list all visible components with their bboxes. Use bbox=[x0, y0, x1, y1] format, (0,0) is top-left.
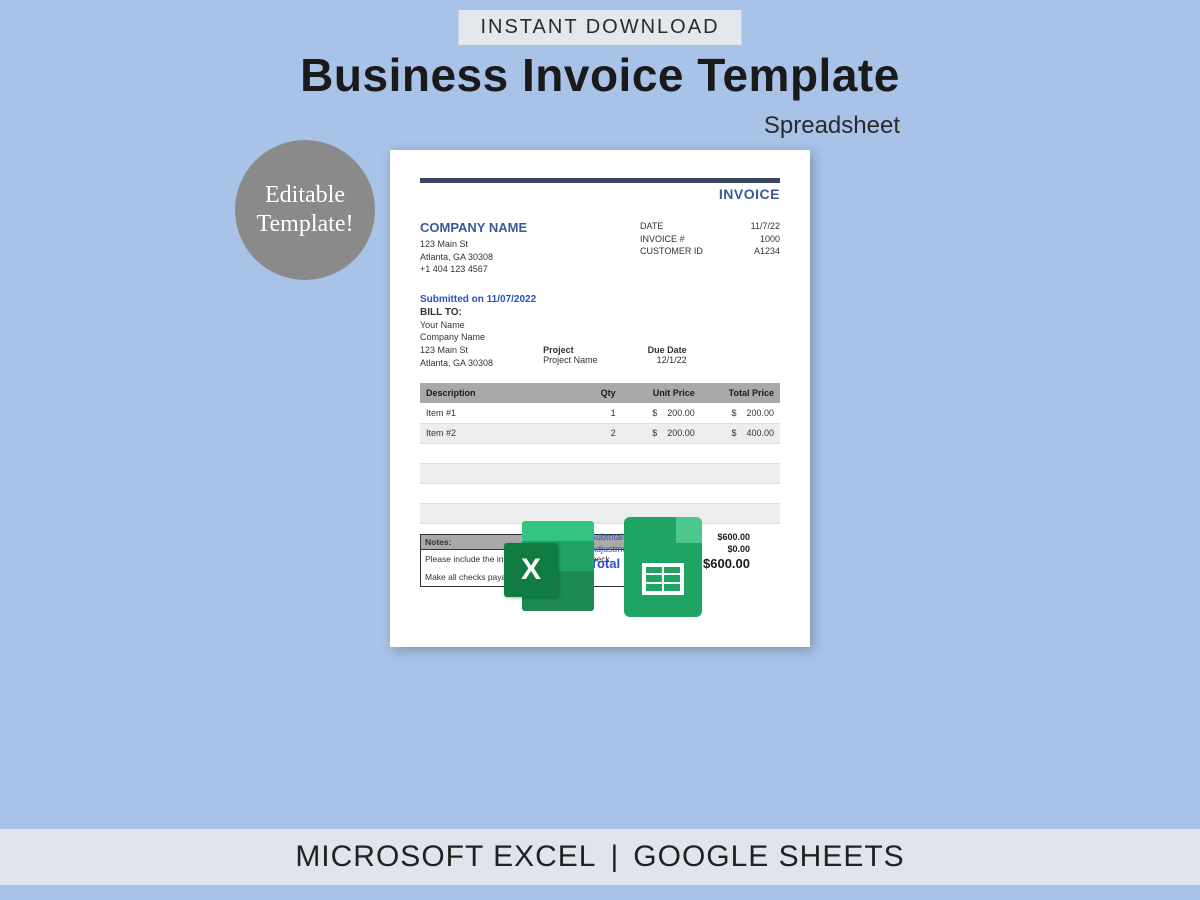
col-description: Description bbox=[420, 383, 586, 403]
table-row bbox=[420, 483, 780, 503]
meta-date-value: 11/7/22 bbox=[740, 220, 780, 233]
project-value: Project Name bbox=[543, 355, 598, 365]
submitted-on: Submitted on 11/07/2022 bbox=[420, 294, 780, 305]
page-title: Business Invoice Template bbox=[0, 48, 1200, 102]
due-date-value: 12/1/22 bbox=[648, 355, 687, 365]
excel-letter: X bbox=[504, 543, 558, 597]
instant-download-pill: INSTANT DOWNLOAD bbox=[458, 10, 741, 45]
due-date-label: Due Date bbox=[648, 345, 687, 355]
footer-bar: MICROSOFT EXCEL | GOOGLE SHEETS bbox=[0, 829, 1200, 885]
footer-left: MICROSOFT EXCEL bbox=[295, 840, 596, 874]
meta-customer-value: A1234 bbox=[740, 245, 780, 258]
table-row: Item #11$ 200.00$ 200.00 bbox=[420, 403, 780, 423]
col-total-price: Total Price bbox=[701, 383, 780, 403]
table-row bbox=[420, 463, 780, 483]
google-sheets-icon bbox=[624, 517, 702, 617]
excel-icon: X bbox=[498, 517, 598, 617]
meta-invoice-label: INVOICE # bbox=[640, 233, 710, 246]
meta-invoice-value: 1000 bbox=[740, 233, 780, 246]
company-address-line: 123 Main St bbox=[420, 238, 527, 251]
cell-desc: Item #2 bbox=[420, 423, 586, 443]
company-name: COMPANY NAME bbox=[420, 220, 527, 235]
company-phone: +1 404 123 4567 bbox=[420, 263, 527, 276]
invoice-heading: INVOICE bbox=[420, 186, 780, 202]
footer-separator: | bbox=[610, 840, 619, 874]
col-unit-price: Unit Price bbox=[622, 383, 701, 403]
cell-unit: $ 200.00 bbox=[622, 423, 701, 443]
meta-customer-label: CUSTOMER ID bbox=[640, 245, 710, 258]
badge-line: Editable bbox=[265, 181, 345, 210]
company-address-line: Atlanta, GA 30308 bbox=[420, 251, 527, 264]
cell-qty: 2 bbox=[586, 423, 622, 443]
table-header-row: Description Qty Unit Price Total Price bbox=[420, 383, 780, 403]
app-icons-row: X bbox=[390, 517, 810, 617]
invoice-meta: DATE 11/7/22 INVOICE # 1000 CUSTOMER ID … bbox=[640, 220, 780, 276]
bill-to-label: BILL TO: bbox=[420, 307, 780, 318]
bill-to-addr: Atlanta, GA 30308 bbox=[420, 357, 493, 370]
bill-to-company: Company Name bbox=[420, 331, 493, 344]
bill-to-name: Your Name bbox=[420, 319, 493, 332]
badge-line: Template! bbox=[257, 210, 354, 239]
editable-template-badge: Editable Template! bbox=[235, 140, 375, 280]
bill-to-addr: 123 Main St bbox=[420, 344, 493, 357]
col-qty: Qty bbox=[586, 383, 622, 403]
line-items-table: Description Qty Unit Price Total Price I… bbox=[420, 383, 780, 524]
meta-date-label: DATE bbox=[640, 220, 710, 233]
table-row bbox=[420, 443, 780, 463]
cell-desc: Item #1 bbox=[420, 403, 586, 423]
cell-qty: 1 bbox=[586, 403, 622, 423]
sheets-grid-icon bbox=[642, 563, 684, 595]
cell-unit: $ 200.00 bbox=[622, 403, 701, 423]
page-subtitle: Spreadsheet bbox=[764, 112, 900, 140]
cell-total: $ 400.00 bbox=[701, 423, 780, 443]
invoice-document: INVOICE COMPANY NAME 123 Main St Atlanta… bbox=[390, 150, 810, 647]
footer-right: GOOGLE SHEETS bbox=[633, 840, 904, 874]
invoice-top-rule bbox=[420, 178, 780, 183]
project-label: Project bbox=[543, 345, 598, 355]
cell-total: $ 200.00 bbox=[701, 403, 780, 423]
table-row: Item #22$ 200.00$ 400.00 bbox=[420, 423, 780, 443]
